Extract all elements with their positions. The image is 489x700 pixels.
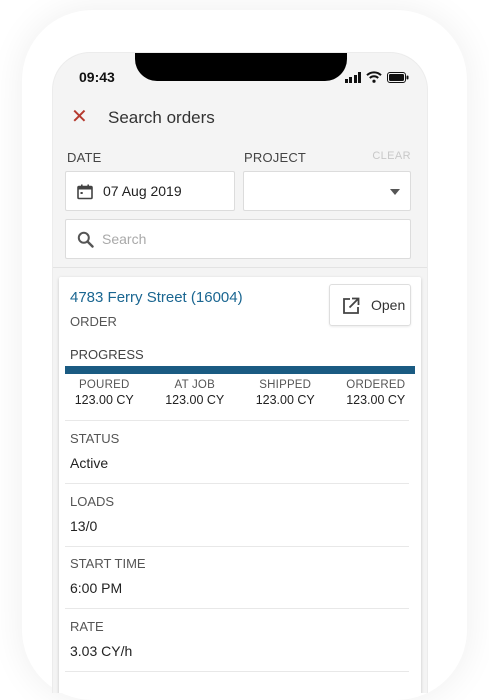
wifi-icon	[366, 71, 382, 83]
battery-icon	[387, 71, 409, 83]
divider	[65, 420, 409, 421]
open-external-icon	[343, 297, 360, 314]
status-icons	[344, 71, 410, 83]
order-title[interactable]: 4783 Ferry Street (16004)	[70, 289, 243, 306]
stat-poured: POURED 123.00 CY	[59, 379, 150, 415]
stat-shipped: SHIPPED 123.00 CY	[240, 379, 331, 415]
rate-value: 3.03 CY/h	[70, 643, 133, 659]
order-type-label: ORDER	[70, 314, 117, 329]
signal-icon	[344, 71, 361, 83]
progress-label: PROGRESS	[70, 347, 144, 362]
clear-button[interactable]: CLEAR	[372, 150, 411, 162]
order-card: 4783 Ferry Street (16004) ORDER Open PRO…	[59, 277, 421, 693]
chevron-down-icon	[390, 189, 400, 195]
stat-at-job: AT JOB 123.00 CY	[150, 379, 241, 415]
start-time-label: START TIME	[70, 556, 146, 571]
divider	[65, 483, 409, 484]
stat-ordered: ORDERED 123.00 CY	[331, 379, 422, 415]
project-label: PROJECT	[244, 150, 307, 165]
stat-label: POURED	[79, 379, 130, 391]
divider	[53, 267, 427, 268]
search-input[interactable]	[102, 229, 392, 249]
search-icon	[77, 231, 94, 248]
rate-label: RATE	[70, 619, 104, 634]
close-icon[interactable]: ✕	[71, 107, 88, 127]
divider	[65, 546, 409, 547]
page-title: Search orders	[108, 108, 215, 127]
loads-label: LOADS	[70, 494, 115, 509]
app-header: ✕ Search orders	[53, 101, 427, 141]
stat-value: 123.00 CY	[346, 393, 406, 407]
stat-value: 123.00 CY	[255, 393, 315, 407]
calendar-icon	[77, 184, 93, 200]
status-time: 09:43	[79, 69, 115, 85]
date-field[interactable]: 07 Aug 2019	[65, 171, 235, 211]
phone-screen: 09:43 ✕ Search orders DATE PROJECT CLEAR	[52, 52, 428, 693]
divider	[65, 608, 409, 609]
phone-notch	[135, 53, 347, 81]
date-value: 07 Aug 2019	[103, 183, 182, 199]
stat-label: SHIPPED	[259, 379, 312, 391]
status-value: Active	[70, 455, 109, 471]
start-time-value: 6:00 PM	[70, 580, 123, 596]
stat-label: AT JOB	[174, 379, 215, 391]
quantity-stats: POURED 123.00 CY AT JOB 123.00 CY SHIPPE…	[59, 379, 421, 415]
date-label: DATE	[67, 150, 102, 165]
divider	[65, 671, 409, 672]
stat-value: 123.00 CY	[74, 393, 134, 407]
status-label: STATUS	[70, 431, 120, 446]
open-button[interactable]: Open	[329, 284, 411, 326]
progress-fill	[65, 366, 415, 374]
open-label: Open	[371, 297, 406, 313]
search-box[interactable]	[65, 219, 411, 259]
project-select[interactable]	[243, 171, 411, 211]
loads-value: 13/0	[70, 518, 98, 534]
stat-value: 123.00 CY	[165, 393, 225, 407]
progress-bar	[65, 366, 415, 374]
stat-label: ORDERED	[346, 379, 406, 391]
